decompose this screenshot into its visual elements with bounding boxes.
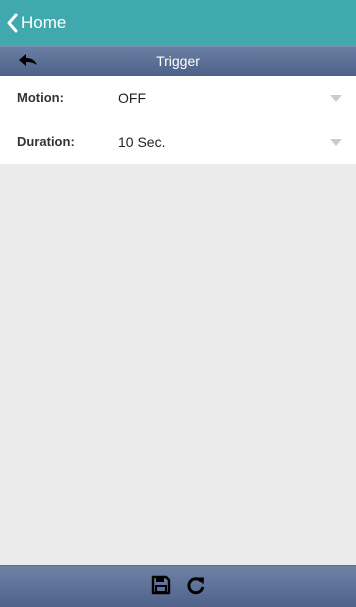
home-back-label: Home	[21, 13, 67, 32]
save-button[interactable]	[149, 575, 173, 599]
duration-value: 10 Sec.	[118, 134, 166, 150]
duration-select[interactable]: Duration: 10 Sec.	[0, 120, 356, 164]
duration-label: Duration:	[17, 134, 75, 149]
save-icon	[151, 575, 171, 600]
bottom-toolbar	[0, 565, 356, 607]
motion-label: Motion:	[17, 90, 64, 105]
motion-select[interactable]: Motion: OFF	[0, 76, 356, 120]
home-back-button[interactable]: Home	[6, 0, 66, 46]
chevron-left-icon	[6, 13, 18, 33]
subheader-bar: Trigger	[0, 46, 356, 76]
dropdown-caret-icon	[330, 139, 342, 146]
refresh-icon	[186, 575, 206, 600]
top-navigation-bar: Home	[0, 0, 356, 46]
trigger-settings-form: Motion: OFF Duration: 10 Sec.	[0, 76, 356, 164]
refresh-button[interactable]	[184, 575, 208, 599]
dropdown-caret-icon	[330, 95, 342, 102]
page-title: Trigger	[156, 53, 200, 69]
motion-value: OFF	[118, 90, 146, 106]
